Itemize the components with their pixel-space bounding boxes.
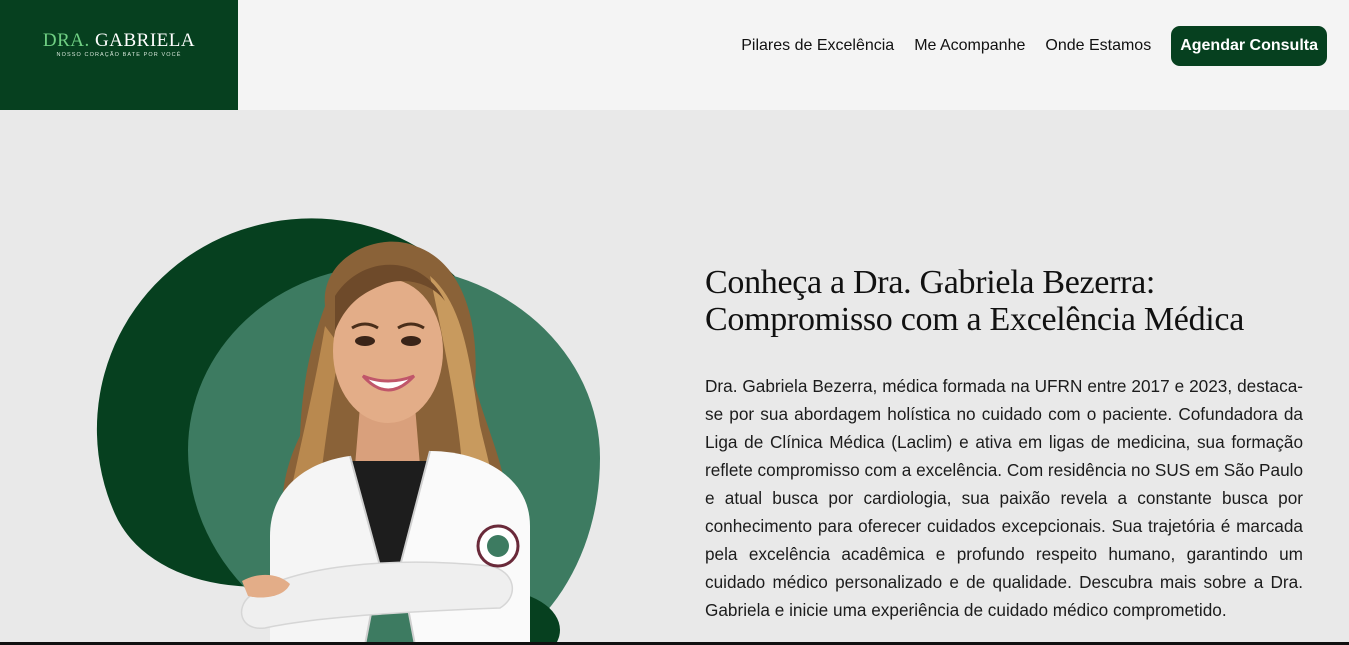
about-title-line-2: Compromisso com a Excelência Médica (705, 301, 1244, 338)
main-nav: Pilares de Excelência Me Acompanhe Onde … (741, 26, 1327, 66)
nav-link-onde-estamos[interactable]: Onde Estamos (1045, 37, 1151, 55)
doctor-portrait (240, 241, 530, 645)
logo-title: DRA. GABRIELA (0, 30, 238, 52)
site-header: DRA. GABRIELA NOSSO CORAÇÃO BATE POR VOC… (0, 0, 1349, 110)
logo-title-prefix: DRA. (42, 30, 90, 51)
nav-link-pilares[interactable]: Pilares de Excelência (741, 37, 894, 55)
schedule-appointment-button[interactable]: Agendar Consulta (1171, 26, 1327, 66)
about-title: Conheça a Dra. Gabriela Bezerra: Comprom… (705, 264, 1305, 338)
logo[interactable]: DRA. GABRIELA NOSSO CORAÇÃO BATE POR VOC… (0, 0, 238, 110)
about-description: Dra. Gabriela Bezerra, médica formada na… (705, 376, 1304, 620)
logo-tagline: NOSSO CORAÇÃO BATE POR VOCÊ (56, 52, 182, 58)
logo-title-name: GABRIELA (89, 30, 196, 51)
nav-link-me-acompanhe[interactable]: Me Acompanhe (914, 37, 1025, 55)
about-title-line-1: Conheça a Dra. Gabriela Bezerra: (705, 264, 1156, 301)
